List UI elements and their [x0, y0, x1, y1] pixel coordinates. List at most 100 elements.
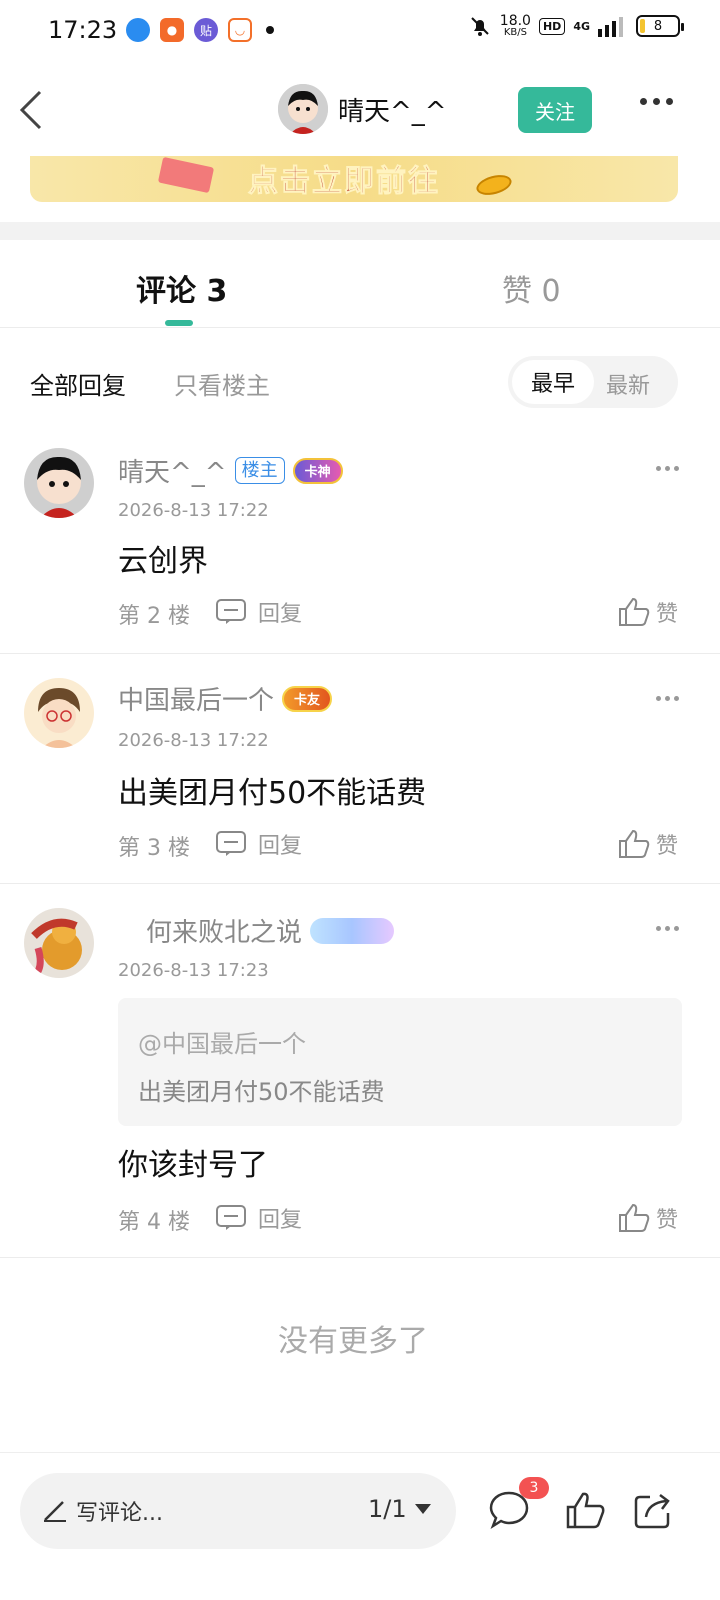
floor-number: 第 3 楼 — [118, 836, 190, 861]
network-type: 4G — [573, 19, 590, 33]
header-user[interactable]: 晴天^_^ — [278, 84, 447, 134]
floor-number: 第 4 楼 — [118, 1210, 190, 1235]
header-username: 晴天^_^ — [338, 96, 447, 127]
avatar[interactable] — [24, 908, 94, 978]
follow-button[interactable]: 关注 — [518, 87, 592, 133]
rank-badge-icon — [310, 917, 395, 944]
banner-text: 点击立即前往 — [248, 164, 440, 200]
rank-badge: 卡神 — [292, 457, 343, 484]
tab-likes[interactable]: 赞 0 — [502, 266, 561, 310]
signal-icon — [598, 17, 623, 37]
reply-filter: 全部回复 只看楼主 最早 最新 — [0, 354, 720, 410]
sort-earliest[interactable]: 最早 — [512, 360, 594, 404]
quoted-reply[interactable]: @中国最后一个 出美团月付50不能话费 — [118, 998, 682, 1126]
comment-more-icon[interactable] — [656, 696, 679, 701]
comment-text: 你该封号了 — [118, 1148, 268, 1183]
avatar[interactable] — [278, 84, 328, 134]
comment-username[interactable]: 何来败北之说 — [146, 912, 302, 949]
reply-label: 回复 — [258, 1208, 303, 1233]
comment-text: 出美团月付50不能话费 — [118, 776, 427, 811]
owner-badge: 楼主 — [234, 456, 285, 485]
network-speed: 18.0 KB/S — [500, 14, 531, 38]
thumbs-up-icon — [619, 597, 650, 626]
tieba-icon: 贴 — [194, 18, 218, 42]
write-comment-input[interactable]: 写评论... 1/1 — [20, 1473, 456, 1549]
coin-icon — [474, 171, 514, 199]
filter-op-only[interactable]: 只看楼主 — [174, 366, 270, 401]
pen-icon — [44, 1501, 66, 1522]
reply-button[interactable]: 回复 — [216, 1202, 302, 1234]
browser-icon — [126, 18, 150, 42]
like-label: 赞 — [656, 1208, 679, 1233]
status-right-group: 18.0 KB/S HD 4G 8 — [468, 14, 684, 38]
nav-header: 晴天^_^ 关注 — [0, 64, 720, 156]
tab-bar: 评论 3 赞 0 — [0, 240, 720, 328]
page-selector[interactable]: 1/1 — [368, 1495, 431, 1523]
comment-username-row: 何来败北之说 — [146, 912, 395, 949]
status-time: 17:23 — [48, 16, 118, 44]
mute-bell-icon — [471, 17, 489, 36]
status-bar: 17:23 ● 贴 ◡ 18.0 KB/S HD 4G 8 — [0, 0, 720, 64]
comment-item: 中国最后一个 卡友 2026-8-13 17:22 出美团月付50不能话费 第 … — [0, 654, 720, 884]
reply-icon — [216, 831, 246, 856]
reply-icon — [216, 1205, 246, 1230]
thumbs-up-icon[interactable] — [564, 1489, 606, 1531]
like-button[interactable]: 赞 — [618, 1202, 678, 1234]
comment-time: 2026-8-13 17:23 — [118, 960, 269, 981]
more-options-icon[interactable] — [640, 98, 673, 105]
bottom-bar: 写评论... 1/1 3 — [0, 1452, 720, 1600]
comment-username[interactable]: 晴天^_^ — [118, 452, 227, 489]
thumbs-up-icon — [619, 829, 650, 858]
comment-username[interactable]: 中国最后一个 — [118, 680, 274, 717]
avatar[interactable] — [24, 678, 94, 748]
tab-indicator — [165, 320, 193, 326]
page-indicator: 1/1 — [368, 1495, 407, 1523]
comment-time: 2026-8-13 17:22 — [118, 730, 269, 751]
filter-all-replies[interactable]: 全部回复 — [30, 366, 126, 401]
net-speed-value: 18.0 — [499, 13, 531, 29]
reply-label: 回复 — [258, 834, 303, 859]
no-more-text: 没有更多了 — [278, 1324, 428, 1359]
promo-banner[interactable]: 点击立即前往 — [30, 156, 678, 202]
like-label: 赞 — [656, 834, 679, 859]
comment-username-row: 晴天^_^ 楼主 卡神 — [118, 452, 343, 489]
like-button[interactable]: 赞 — [618, 596, 678, 628]
battery-level: 8 — [653, 18, 663, 34]
comment-username-row: 中国最后一个 卡友 — [118, 680, 333, 717]
comment-item: 何来败北之说 2026-8-13 17:23 @中国最后一个 出美团月付50不能… — [0, 884, 720, 1258]
reply-button[interactable]: 回复 — [216, 596, 302, 628]
like-label: 赞 — [656, 602, 679, 627]
comment-count-badge: 3 — [519, 1477, 549, 1499]
thumbs-up-icon — [619, 1203, 650, 1232]
tab-comments[interactable]: 评论 3 — [136, 266, 227, 310]
comment-time: 2026-8-13 17:22 — [118, 500, 269, 521]
reply-button[interactable]: 回复 — [216, 828, 302, 860]
caret-down-icon — [414, 1504, 431, 1514]
avatar[interactable] — [24, 448, 94, 518]
sort-latest[interactable]: 最新 — [606, 368, 650, 400]
quoted-text: 出美团月付50不能话费 — [138, 1078, 385, 1106]
write-comment-placeholder: 写评论... — [76, 1501, 163, 1526]
status-app-icons: ● 贴 ◡ — [126, 18, 274, 42]
reply-label: 回复 — [258, 602, 303, 627]
sort-toggle: 最早 最新 — [508, 356, 678, 408]
like-button[interactable]: 赞 — [618, 828, 678, 860]
app-icon: ● — [160, 18, 184, 42]
reply-icon — [216, 599, 246, 624]
net-speed-unit: KB/S — [503, 27, 527, 38]
back-icon[interactable] — [18, 88, 48, 132]
taobao-icon: ◡ — [228, 18, 252, 42]
share-icon[interactable] — [632, 1489, 674, 1531]
comment-item: 晴天^_^ 楼主 卡神 2026-8-13 17:22 云创界 第 2 楼 回复… — [0, 430, 720, 654]
hd-icon: HD — [538, 17, 566, 35]
section-divider — [0, 222, 720, 240]
battery-icon: 8 — [636, 15, 684, 37]
comment-more-icon[interactable] — [656, 466, 679, 471]
paper-decoration-icon — [157, 156, 215, 194]
comment-more-icon[interactable] — [656, 926, 679, 931]
quoted-username[interactable]: @中国最后一个 — [138, 1024, 306, 1059]
rank-badge: 卡友 — [282, 685, 333, 712]
notification-dot-icon — [266, 26, 274, 34]
floor-number: 第 2 楼 — [118, 604, 190, 629]
comment-text: 云创界 — [118, 544, 208, 579]
